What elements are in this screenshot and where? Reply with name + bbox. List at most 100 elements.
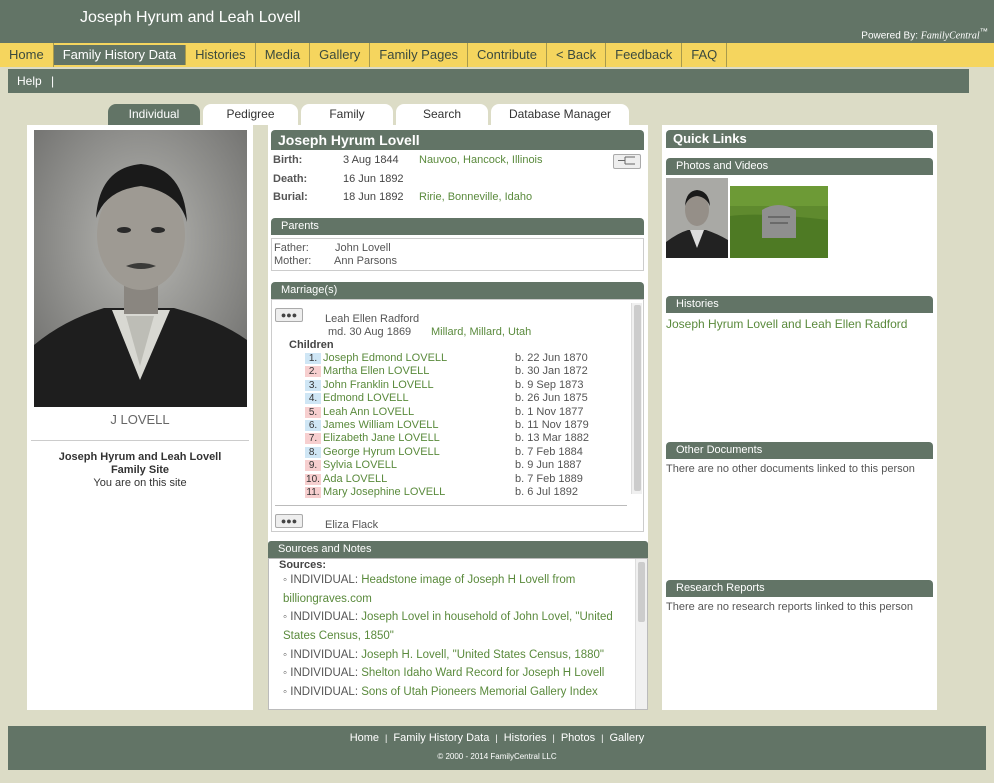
site-name-line2: Family Site <box>110 464 170 476</box>
fact-date: 3 Aug 1844 <box>343 154 399 166</box>
nav-media[interactable]: Media <box>256 43 311 67</box>
trademark-mark: ™ <box>979 26 988 36</box>
photo-thumbnail-portrait[interactable] <box>666 178 728 258</box>
child-row: 6. James William LOVELL b. 11 Nov 1879 <box>305 419 589 431</box>
pedigree-chart-icon[interactable] <box>613 154 641 169</box>
site-note: You are on this site <box>93 477 187 489</box>
sources-header: Sources and Notes <box>268 541 648 558</box>
spouse-link[interactable]: Leah Ellen Radford <box>325 313 419 325</box>
child-number: 10. <box>305 473 321 485</box>
portrait-photo[interactable] <box>34 130 247 407</box>
main-nav: Home Family History Data Histories Media Gal… <box>0 43 994 67</box>
pedigree-icon <box>618 156 635 165</box>
child-link[interactable]: Edmond LOVELL <box>323 392 409 404</box>
familycentral-logo[interactable]: FamilyCentral <box>921 30 980 41</box>
child-link[interactable]: Martha Ellen LOVELL <box>323 365 429 377</box>
scrollbar-thumb[interactable] <box>638 562 645 622</box>
tab-database-manager[interactable]: Database Manager <box>491 104 629 125</box>
child-link[interactable]: George Hyrum LOVELL <box>323 446 440 458</box>
history-link[interactable]: Joseph Hyrum Lovell and Leah Ellen Radfo… <box>666 317 907 331</box>
father-link[interactable]: John Lovell <box>335 242 391 254</box>
quick-links-header: Quick Links <box>666 130 933 148</box>
child-number: 7. <box>305 433 321 445</box>
nav-histories[interactable]: Histories <box>186 43 256 67</box>
scrollbar-thumb[interactable] <box>634 305 641 491</box>
person-name: Joseph Hyrum Lovell <box>271 130 644 150</box>
child-number: 8. <box>305 446 321 458</box>
fact-date: 16 Jun 1892 <box>343 173 404 185</box>
source-prefix: INDIVIDUAL: <box>290 611 359 623</box>
sources-label: Sources: <box>279 559 327 571</box>
tab-family[interactable]: Family <box>301 104 393 125</box>
nav-back[interactable]: < Back <box>547 43 607 67</box>
child-link[interactable]: Joseph Edmond LOVELL <box>323 352 447 364</box>
child-birth: b. 9 Jun 1887 <box>515 459 582 472</box>
divider <box>275 505 627 506</box>
child-birth: b. 11 Nov 1879 <box>515 419 589 431</box>
nav-feedback[interactable]: Feedback <box>606 43 683 67</box>
footer-link-gallery[interactable]: Gallery <box>609 732 644 744</box>
nav-contribute[interactable]: Contribute <box>468 43 548 67</box>
source-link[interactable]: Sons of Utah Pioneers Memorial Gallery I… <box>361 686 598 698</box>
child-number: 6. <box>305 420 321 431</box>
spouse-link[interactable]: Eliza Flack <box>325 519 378 531</box>
child-birth: b. 9 Sep 1873 <box>515 378 584 391</box>
footer-link-home[interactable]: Home <box>350 732 379 744</box>
child-link[interactable]: Sylvia LOVELL <box>323 459 397 471</box>
other-documents-text: There are no other documents linked to t… <box>666 463 915 475</box>
tab-individual[interactable]: Individual <box>108 104 200 125</box>
family-group-icon[interactable]: ●●● <box>275 308 303 322</box>
child-number: 1. <box>305 353 321 364</box>
marriages-header: Marriage(s) <box>271 282 644 299</box>
photo-thumbnail-headstone[interactable] <box>730 186 828 258</box>
research-reports-text: There are no research reports linked to … <box>666 601 914 613</box>
sources-scrollbar[interactable] <box>635 559 647 709</box>
child-number: 4. <box>305 393 321 405</box>
child-link[interactable]: James William LOVELL <box>323 419 439 431</box>
child-row: 2. Martha Ellen LOVELL b. 30 Jan 1872 <box>305 365 588 378</box>
powered-label: Powered By: <box>861 30 918 42</box>
marriage-place-link[interactable]: Millard, Millard, Utah <box>431 326 531 338</box>
source-prefix: INDIVIDUAL: <box>290 574 359 586</box>
child-row: 10. Ada LOVELL b. 7 Feb 1889 <box>305 473 583 485</box>
child-row: 5. Leah Ann LOVELL b. 1 Nov 1877 <box>305 406 584 418</box>
fact-place-link[interactable]: Nauvoo, Hancock, Illinois <box>419 154 543 166</box>
site-footer: Home | Family History Data | Histories | Photo… <box>8 726 986 770</box>
child-link[interactable]: Elizabeth Jane LOVELL <box>323 432 440 444</box>
fact-place-link[interactable]: Ririe, Bonneville, Idaho <box>419 191 532 203</box>
parents-header: Parents <box>271 218 644 235</box>
child-birth: b. 7 Feb 1884 <box>515 445 583 458</box>
tab-pedigree[interactable]: Pedigree <box>203 104 298 125</box>
source-link[interactable]: Shelton Idaho Ward Record for Joseph H L… <box>361 667 604 679</box>
child-link[interactable]: Leah Ann LOVELL <box>323 406 414 418</box>
photo-caption: J LOVELL <box>110 412 170 427</box>
child-link[interactable]: Ada LOVELL <box>323 473 387 485</box>
child-row: 8. George Hyrum LOVELL b. 7 Feb 1884 <box>305 446 583 458</box>
research-reports-header: Research Reports <box>666 580 933 597</box>
birth-fact: Birth: 3 Aug 1844 Nauvoo, Hancock, Illin… <box>273 154 613 168</box>
help-link[interactable]: Help <box>17 74 42 88</box>
marriages-scrollbar[interactable] <box>631 303 642 494</box>
nav-gallery[interactable]: Gallery <box>310 43 371 67</box>
portrait-image <box>34 130 247 407</box>
child-row: 4. Edmond LOVELL b. 26 Jun 1875 <box>305 392 588 405</box>
footer-link-family-history-data[interactable]: Family History Data <box>393 732 489 744</box>
nav-faq[interactable]: FAQ <box>682 43 728 67</box>
nav-family-pages[interactable]: Family Pages <box>370 43 469 67</box>
fact-label: Death: <box>273 173 308 185</box>
footer-links: Home | Family History Data | Histories | Photo… <box>349 732 645 744</box>
child-number: 2. <box>305 366 321 378</box>
footer-link-photos[interactable]: Photos <box>561 732 595 744</box>
child-link[interactable]: John Franklin LOVELL <box>323 379 434 391</box>
death-fact: Death: 16 Jun 1892 <box>273 173 613 187</box>
mother-link[interactable]: Ann Parsons <box>334 255 397 267</box>
tab-search[interactable]: Search <box>396 104 488 125</box>
child-number: 3. <box>305 379 321 391</box>
footer-link-histories[interactable]: Histories <box>504 732 547 744</box>
nav-home[interactable]: Home <box>0 43 54 67</box>
nav-family-history-data[interactable]: Family History Data <box>53 45 187 65</box>
source-link[interactable]: Joseph H. Lovell, "United States Census,… <box>361 649 604 661</box>
child-link[interactable]: Mary Josephine LOVELL <box>323 486 445 498</box>
child-birth: b. 1 Nov 1877 <box>515 405 584 418</box>
family-group-icon[interactable]: ●●● <box>275 514 303 528</box>
